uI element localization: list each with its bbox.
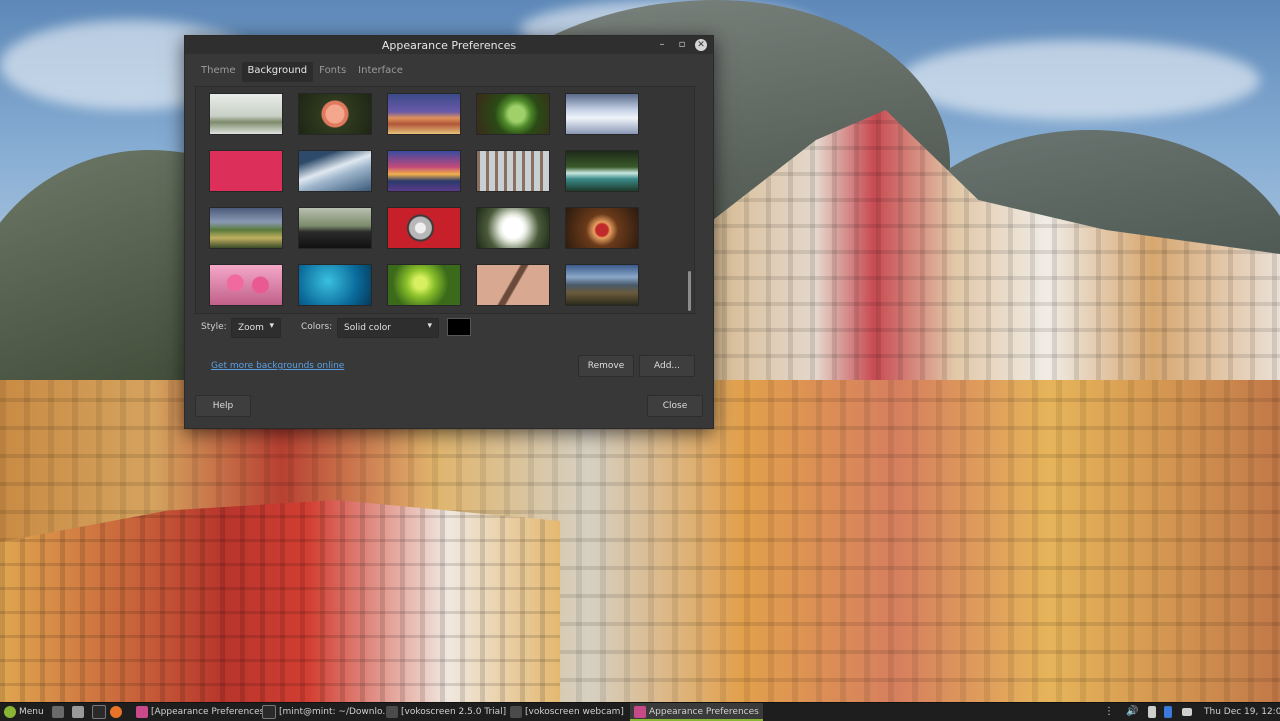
style-select-value: Zoom [238,323,264,333]
bluetooth-icon[interactable] [1164,703,1175,721]
add-button[interactable]: Add... [639,355,695,377]
dialog-titlebar[interactable]: Appearance Preferences – ▫ ✕ [185,36,713,54]
vokoscreen-icon [386,705,398,718]
firefox-icon[interactable] [110,703,125,721]
close-window-icon[interactable]: ✕ [695,39,707,51]
tab-interface[interactable]: Interface [352,62,409,82]
tab-bar: Theme Background Fonts Interface [195,62,409,82]
wallpaper-thumb-car-dashboard[interactable] [299,208,371,248]
wallpaper-thumb-red-car-wheel[interactable] [388,208,460,248]
wallpaper-thumb-forest-waterfall[interactable] [566,151,638,191]
tab-theme[interactable]: Theme [195,62,242,82]
colors-select[interactable]: Solid color ▾ [337,318,439,338]
wallpaper-thumb-waterfall-long-exposure[interactable] [566,94,638,134]
wallpaper-thumb-green-foliage[interactable] [477,94,549,134]
style-select[interactable]: Zoom ▾ [231,318,281,338]
wallpaper-gallery [195,86,695,314]
overflow-icon[interactable]: ⋮ [1104,703,1114,721]
show-desktop-icon[interactable] [52,703,67,721]
wallpaper-thumb-mist-landscape[interactable] [210,94,282,134]
taskbar-window-vokoscreen[interactable]: [vokoscreen 2.5.0 Trial] [382,703,510,721]
wallpaper-thumb-mountain-valley[interactable] [566,265,638,305]
taskbar-window-terminal[interactable]: [mint@mint: ~/Downlo... [258,703,395,721]
wallpaper-thumb-blue-ocean[interactable] [299,265,371,305]
taskbar-window-label: Appearance Preferences [649,707,759,717]
get-more-backgrounds-link[interactable]: Get more backgrounds online [211,361,344,371]
clock[interactable]: Thu Dec 19, 12:05 [1204,703,1280,721]
maximize-icon[interactable]: ▫ [675,38,689,52]
wallpaper-thumb-sunset-clouds[interactable] [388,151,460,191]
terminal-icon[interactable] [92,703,109,721]
solid-color-swatch[interactable] [447,318,471,336]
close-button[interactable]: Close [647,395,703,417]
help-button[interactable]: Help [195,395,251,417]
minimize-icon[interactable]: – [655,38,669,52]
wallpaper-thumb-pink-texture[interactable] [210,151,282,191]
appearance-app-icon [136,705,148,718]
menu-button[interactable]: Menu [4,703,44,721]
wallpaper-red-buildings [0,500,560,702]
wallpaper-thumb-festive-room[interactable] [566,208,638,248]
taskbar-window-appearance-preferences-active[interactable]: Appearance Preferences [630,703,763,721]
wallpaper-thumb-green-leaf[interactable] [388,265,460,305]
taskbar: Menu [Appearance Preferences] [mint@mint… [0,702,1280,721]
wallpaper-thumb-pier-posts[interactable] [477,151,549,191]
taskbar-window-label: [vokoscreen webcam] [525,707,624,717]
taskbar-window-label: [Appearance Preferences] [151,707,268,717]
tab-fonts[interactable]: Fonts [313,62,352,82]
wallpaper-thumb-snowy-mountain[interactable] [299,151,371,191]
wallpaper-thumb-desert-road[interactable] [477,265,549,305]
appearance-app-icon [634,705,646,718]
mint-logo-icon [4,705,16,718]
dialog-title: Appearance Preferences [381,39,517,52]
taskbar-window-label: [mint@mint: ~/Downlo... [279,707,391,717]
wallpaper-thumb-pink-rose[interactable] [299,94,371,134]
webcam-icon [510,705,522,718]
menu-label: Menu [19,707,44,717]
colors-select-value: Solid color [344,323,391,333]
taskbar-window-appearance-preferences[interactable]: [Appearance Preferences] [132,703,272,721]
wallpaper-thumb-white-blossom[interactable] [477,208,549,248]
gallery-scrollbar-thumb[interactable] [688,271,691,311]
appearance-preferences-dialog: Appearance Preferences – ▫ ✕ Theme Backg… [184,35,714,429]
file-manager-icon[interactable] [72,703,87,721]
taskbar-window-vokoscreen-webcam[interactable]: [vokoscreen webcam] [506,703,628,721]
gallery-scrollbar[interactable] [686,91,692,311]
tab-background[interactable]: Background [241,62,314,82]
volume-icon[interactable]: 🔊 [1126,703,1138,721]
remove-button[interactable]: Remove [578,355,634,377]
power-icon[interactable] [1182,703,1195,721]
chevron-down-icon: ▾ [427,321,432,331]
chevron-down-icon: ▾ [269,321,274,331]
wallpaper-thumb-pink-tulips[interactable] [210,265,282,305]
colors-label: Colors: [301,322,333,332]
style-label: Style: [201,322,227,332]
wallpaper-thumb-meadow-flowers[interactable] [210,208,282,248]
network-icon[interactable] [1148,703,1159,721]
terminal-icon [262,704,276,719]
wallpaper-thumb-coastal-town-night[interactable] [388,94,460,134]
taskbar-window-label: [vokoscreen 2.5.0 Trial] [401,707,507,717]
wallpaper-cloud [900,40,1260,120]
